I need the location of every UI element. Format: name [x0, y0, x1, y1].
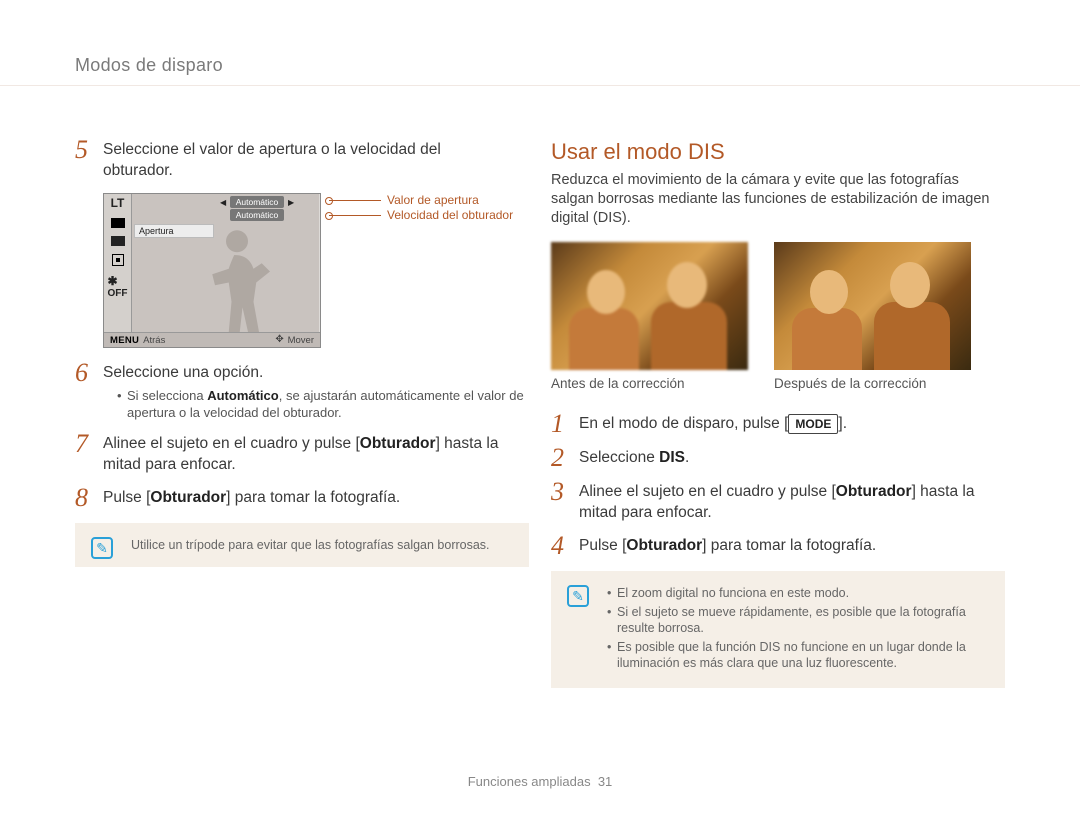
step-text: Seleccione DIS. — [579, 447, 689, 469]
after-box: Después de la corrección — [774, 242, 971, 391]
step-text: Seleccione una opción. Si selecciona Aut… — [103, 362, 529, 421]
step-number: 6 — [75, 362, 103, 421]
menu-label: MENU — [104, 335, 143, 346]
page-footer: Funciones ampliadas 31 — [0, 774, 1080, 789]
before-thumb — [551, 242, 748, 370]
step-text: Pulse [Obturador] para tomar la fotograf… — [103, 487, 400, 509]
right-column: Usar el modo DIS Reduzca el movimiento d… — [551, 139, 1005, 688]
breadcrumb: Modos de disparo — [75, 55, 1005, 76]
back-label: Atrás — [143, 335, 165, 346]
arrow-right-icon: ▶ — [288, 198, 294, 207]
shutter-value-pill: Automático — [230, 209, 284, 221]
footer-section: Funciones ampliadas — [468, 774, 591, 789]
before-box: Antes de la corrección — [551, 242, 748, 391]
step5-line2: obturador. — [103, 162, 173, 179]
lcd-bottom-bar: MENU Atrás ✥ Mover — [104, 332, 320, 347]
step-text: Alinee el sujeto en el cuadro y pulse [O… — [579, 481, 1005, 523]
content-columns: 5 Seleccione el valor de apertura o la v… — [75, 94, 1005, 688]
legend-shutter: Velocidad del obturador — [387, 208, 513, 223]
camera-lcd-mock: LT ✱OFF ◀ Automático ▶ Automático Apertu… — [103, 193, 321, 348]
quality-icon — [111, 236, 125, 246]
step-8: 8 Pulse [Obturador] para tomar la fotogr… — [75, 487, 529, 509]
step-text: Seleccione el valor de apertura o la vel… — [103, 139, 441, 181]
dpad-icon: ✥ — [274, 334, 286, 346]
dis-note-1: El zoom digital no funciona en este modo… — [607, 585, 987, 601]
step-text: Pulse [Obturador] para tomar la fotograf… — [579, 535, 876, 557]
step-number: 3 — [551, 481, 579, 523]
mode-keycap: MODE — [788, 414, 838, 434]
dis-note-list: El zoom digital no funciona en este modo… — [607, 585, 987, 671]
film-icon — [111, 218, 125, 228]
move-label: Mover — [288, 335, 320, 346]
lcd-illustration-wrap: LT ✱OFF ◀ Automático ▶ Automático Apertu… — [103, 193, 529, 348]
legend-pointer-2 — [329, 215, 381, 216]
step-number: 7 — [75, 433, 103, 475]
dis-note-2: Si el sujeto se mueve rápidamente, es po… — [607, 604, 987, 636]
step-number: 1 — [551, 413, 579, 435]
left-column: 5 Seleccione el valor de apertura o la v… — [75, 139, 529, 688]
step-number: 2 — [551, 447, 579, 469]
step6-sublist: Si selecciona Automático, se ajustarán a… — [103, 387, 529, 421]
flash-off-icon: ✱OFF — [108, 274, 128, 299]
step-text: En el modo de disparo, pulse [MODE]. — [579, 413, 847, 435]
step-7: 7 Alinee el sujeto en el cuadro y pulse … — [75, 433, 529, 475]
before-after-images: Antes de la corrección Después de la cor… — [551, 242, 1005, 391]
step-3: 3 Alinee el sujeto en el cuadro y pulse … — [551, 481, 1005, 523]
before-caption: Antes de la corrección — [551, 376, 748, 391]
step-6: 6 Seleccione una opción. Si selecciona A… — [75, 362, 529, 421]
step-text: Alinee el sujeto en el cuadro y pulse [O… — [103, 433, 529, 475]
step-4: 4 Pulse [Obturador] para tomar la fotogr… — [551, 535, 1005, 557]
step-2: 2 Seleccione DIS. — [551, 447, 1005, 469]
footer-page: 31 — [598, 774, 612, 789]
legend-pointer-1 — [329, 200, 381, 201]
step-5: 5 Seleccione el valor de apertura o la v… — [75, 139, 529, 181]
tripod-note: ✎ Utilice un trípode para evitar que las… — [75, 523, 529, 567]
step-number: 4 — [551, 535, 579, 557]
lcd-sidebar: LT ✱OFF — [104, 194, 132, 332]
dis-note-3: Es posible que la función DIS no funcion… — [607, 639, 987, 671]
arrow-left-icon: ◀ — [220, 198, 226, 207]
legend-aperture: Valor de apertura — [387, 193, 479, 208]
lcd-mode-label: LT — [111, 196, 125, 210]
section-lead: Reduzca el movimiento de la cámara y evi… — [551, 171, 1005, 228]
header-divider — [0, 85, 1080, 86]
step-number: 8 — [75, 487, 103, 509]
step-number: 5 — [75, 139, 103, 181]
after-thumb — [774, 242, 971, 370]
aperture-value-pill: Automático — [230, 196, 284, 208]
note-icon: ✎ — [91, 537, 113, 559]
after-caption: Después de la corrección — [774, 376, 971, 391]
person-silhouette-icon — [192, 222, 282, 332]
step-1: 1 En el modo de disparo, pulse [MODE]. — [551, 413, 1005, 435]
note-text: Utilice un trípode para evitar que las f… — [131, 538, 490, 552]
metering-icon — [112, 254, 124, 266]
lcd-top: ◀ Automático ▶ Automático — [132, 194, 320, 222]
manual-page: Modos de disparo 5 Seleccione el valor d… — [0, 0, 1080, 815]
dis-notes: ✎ El zoom digital no funciona en este mo… — [551, 571, 1005, 688]
section-title-dis: Usar el modo DIS — [551, 139, 1005, 165]
step6-sub-item: Si selecciona Automático, se ajustarán a… — [117, 387, 529, 421]
note-icon: ✎ — [567, 585, 589, 607]
step6-text: Seleccione una opción. — [103, 364, 263, 381]
lcd-legend: Valor de apertura Velocidad del obturado… — [329, 193, 513, 223]
step5-line1: Seleccione el valor de apertura o la vel… — [103, 141, 441, 158]
